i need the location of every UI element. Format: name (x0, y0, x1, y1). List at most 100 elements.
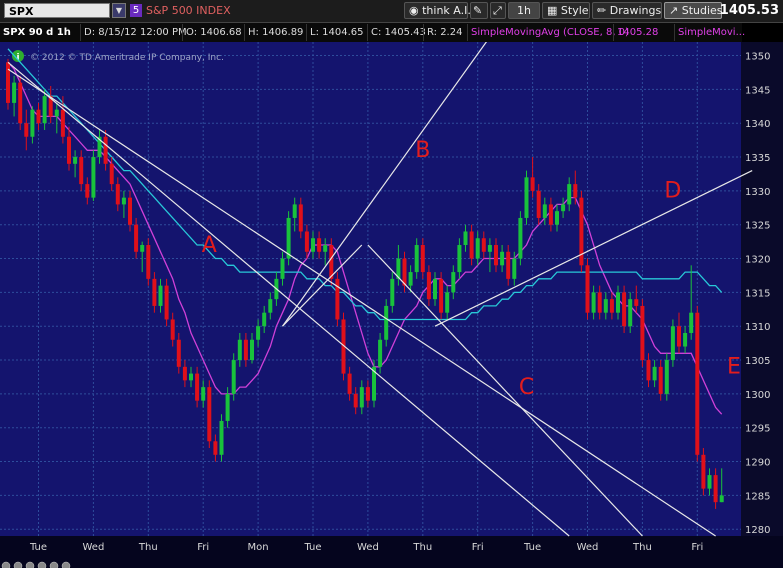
x-tick-label: Fri (691, 542, 703, 553)
candle-down (18, 82, 23, 124)
candle-up (408, 272, 413, 286)
expand-icon: ⤢ (493, 4, 502, 17)
chart-control-button[interactable] (25, 561, 35, 568)
candle-down (573, 184, 578, 198)
chart-control-button[interactable] (1, 561, 11, 568)
candle-up (518, 217, 523, 259)
candle-up (91, 157, 96, 198)
candle-up (719, 495, 724, 503)
bar-open: O: 1406.68 (182, 24, 244, 41)
chart-control-button[interactable] (49, 561, 59, 568)
y-tick-label: 1345 (745, 85, 770, 96)
info-bar: SPX 90 d 1h D: 8/15/12 12:00 PM O: 1406.… (0, 23, 745, 43)
candle-up (561, 204, 566, 212)
candle-down (79, 157, 84, 185)
price-chart[interactable]: 1280 1285 1290 1295 1300 1305 1310 1315 1320 1325… (0, 42, 783, 568)
studies-button[interactable]: ↗ Studies (664, 2, 723, 19)
toolbar: SPX ▼ 5 S&P 500 INDEX ◉ think A.I. ✎ ⤢ 1… (0, 0, 783, 23)
style-button[interactable]: ▦ Style (542, 2, 590, 19)
chart-control-button[interactable] (37, 561, 47, 568)
candle-up (670, 326, 675, 361)
candle-up (603, 299, 608, 313)
candle-down (6, 62, 10, 103)
link-group-badge[interactable]: 5 (130, 4, 142, 17)
candle-down (530, 177, 535, 191)
candle-up (433, 278, 437, 300)
wrench-icon: ✎ (473, 4, 483, 17)
candle-down (548, 204, 553, 225)
candle-up (54, 109, 59, 117)
x-axis-strip (0, 536, 783, 568)
candle-up (378, 339, 383, 367)
candle-up (30, 109, 35, 137)
symbol-input[interactable]: SPX (4, 3, 110, 18)
x-tick-label: Fri (197, 542, 209, 553)
candle-down (365, 387, 370, 401)
candle-up (280, 258, 285, 279)
candle-down (152, 278, 157, 306)
bar-range: R: 2.24 (423, 24, 467, 41)
candle-up (628, 299, 633, 327)
candle-up (555, 211, 559, 225)
candle-down (164, 285, 169, 320)
candle-down (640, 305, 645, 361)
drawings-button[interactable]: ✏ Drawings (592, 2, 662, 19)
chart-title: SPX 90 d 1h (3, 27, 71, 38)
candle-down (134, 224, 139, 252)
x-tick-label: Thu (138, 542, 158, 553)
candle-up (140, 245, 145, 252)
symbol-dropdown-icon[interactable]: ▼ (112, 3, 126, 18)
annotation-label-b: B (415, 138, 430, 163)
candle-up (567, 184, 572, 205)
candle-up (231, 360, 236, 394)
y-tick-label: 1340 (745, 119, 770, 130)
study-sma-long-label[interactable]: SimpleMovi... (674, 24, 745, 41)
candle-up (268, 299, 273, 313)
candle-down (469, 231, 474, 259)
annotation-label-e: E (727, 355, 741, 380)
candle-up (512, 258, 517, 279)
candle-down (481, 238, 486, 252)
x-tick-label: Mon (248, 542, 269, 553)
candle-up (359, 387, 364, 408)
studies-icon: ↗ (669, 4, 679, 17)
x-tick-label: Fri (472, 542, 484, 553)
study-sma8-label[interactable]: SimpleMovingAvg (CLOSE, 8, 0) (467, 24, 629, 41)
y-tick-label: 1335 (745, 153, 770, 164)
tools-button[interactable]: ✎ (470, 2, 488, 19)
candle-down (243, 339, 248, 361)
candle-up (189, 373, 193, 381)
chart-control-button[interactable] (13, 561, 23, 568)
chart-canvas[interactable]: 1280 1285 1290 1295 1300 1305 1310 1315 1320 1325… (0, 42, 783, 568)
candle-down (195, 373, 200, 401)
candle-up (292, 204, 297, 218)
candle-up (652, 366, 657, 381)
style-label: Style (560, 4, 589, 17)
annotation-label-d: D (664, 179, 681, 204)
y-tick-label: 1325 (745, 221, 770, 232)
candle-up (414, 245, 419, 273)
annotation-label-a: A (202, 233, 217, 258)
symbol-description: S&P 500 INDEX (146, 4, 231, 17)
y-tick-label: 1350 (745, 52, 770, 63)
candle-up (311, 238, 315, 252)
candle-down (182, 366, 187, 381)
candle-up (591, 292, 596, 313)
candle-up (445, 292, 450, 313)
candle-up (475, 238, 480, 259)
bar-date: D: 8/15/12 12:00 PM (80, 24, 187, 41)
annotation-label-c: C (519, 375, 534, 400)
candle-down (677, 326, 681, 347)
chart-control-button[interactable] (61, 561, 71, 568)
candle-down (170, 319, 175, 340)
expand-button[interactable]: ⤢ (490, 2, 506, 19)
candle-up (384, 305, 389, 340)
think-ai-button[interactable]: ◉ think A.I. (404, 2, 471, 19)
y-tick-label: 1285 (745, 491, 770, 502)
candle-up (542, 204, 547, 218)
y-tick-label: 1320 (745, 255, 770, 266)
candle-up (707, 475, 712, 489)
candle-up (390, 278, 395, 306)
period-button[interactable]: 1h (508, 2, 540, 19)
candle-down (176, 339, 181, 367)
